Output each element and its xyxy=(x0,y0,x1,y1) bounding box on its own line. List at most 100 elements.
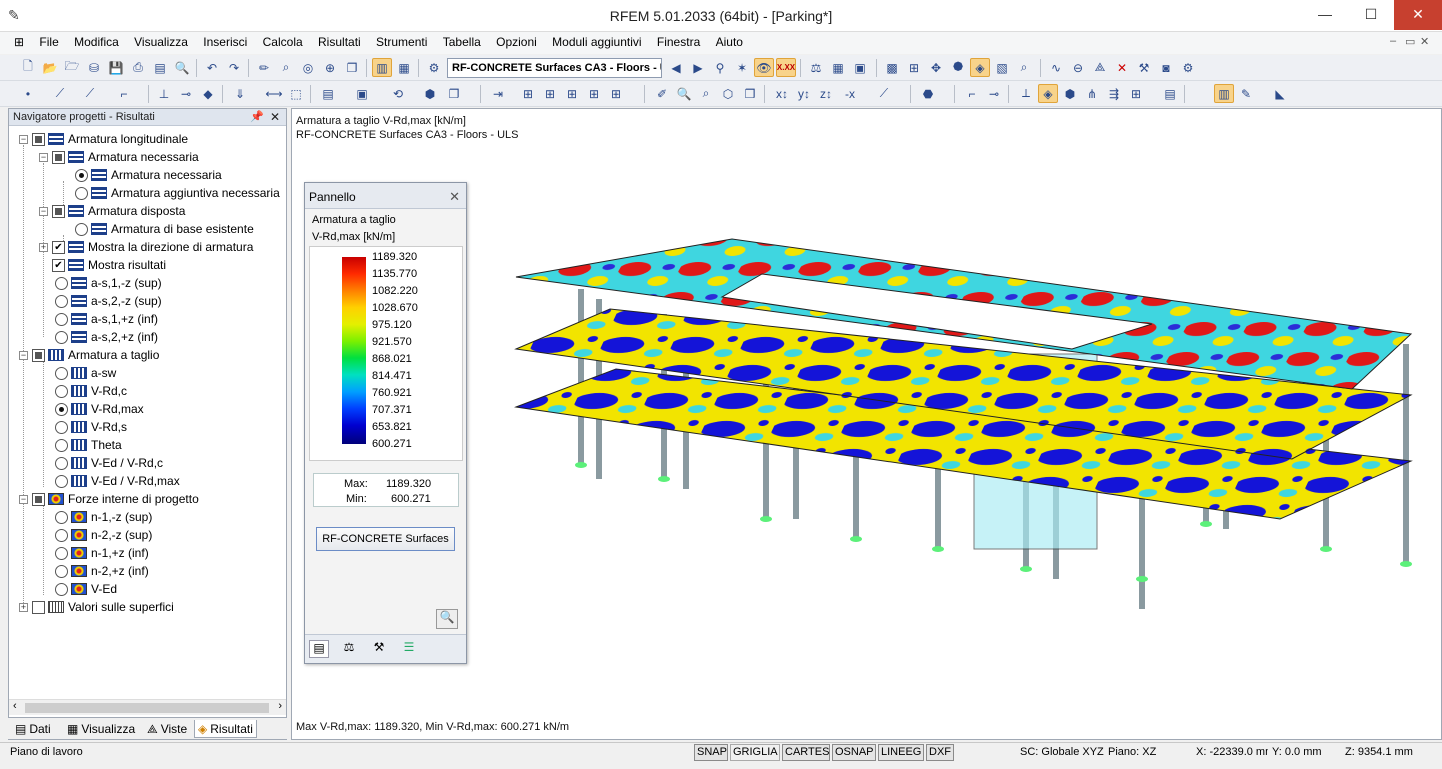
save-icon[interactable]: 💾 xyxy=(106,58,126,77)
move-icon[interactable]: ⇥ xyxy=(488,84,508,103)
navigator-close-icon[interactable]: ✕ xyxy=(270,110,280,124)
undo-icon[interactable]: ↶ xyxy=(202,58,222,77)
frame-icon[interactable]: ▣ xyxy=(850,58,870,77)
balance-tab-icon[interactable]: ⚖ xyxy=(339,640,359,658)
new-icon[interactable]: 🗋 xyxy=(18,58,38,77)
tree-theta[interactable]: Theta xyxy=(55,436,122,454)
results-icon[interactable]: ⚲ xyxy=(710,58,730,77)
menu-inserisci[interactable]: Inserisci xyxy=(197,32,253,49)
view-y-icon[interactable]: y↕ xyxy=(794,84,814,103)
frame-c-icon[interactable]: ⊞ xyxy=(584,84,604,103)
cube-icon[interactable]: ⬢ xyxy=(420,84,440,103)
measure-icon[interactable]: ⊸ xyxy=(984,84,1004,103)
open-folder-icon[interactable]: 🗁 xyxy=(62,58,82,77)
mdi-minimize-icon[interactable]: ‒ xyxy=(1390,35,1396,47)
section-icon[interactable]: ⌐ xyxy=(962,84,982,103)
find-icon[interactable]: ⌕ xyxy=(276,58,296,77)
line-icon[interactable]: ⟋ xyxy=(50,84,70,103)
view-neg-x-icon[interactable]: -x xyxy=(840,84,860,103)
tool-icon[interactable]: ⚒ xyxy=(1134,58,1154,77)
pin-icon[interactable]: 📌 xyxy=(250,110,264,123)
minimize-button[interactable]: — xyxy=(1302,0,1348,30)
tree-as2-sup[interactable]: a-s,2,-z (sup) xyxy=(55,292,162,310)
tree-armatura-disposta[interactable]: − Armatura disposta xyxy=(39,202,185,220)
cube-color-icon[interactable]: ⬢ xyxy=(1060,84,1080,103)
scroll-thumb[interactable] xyxy=(25,703,269,713)
frame-a-icon[interactable]: ⊞ xyxy=(540,84,560,103)
open-icon[interactable]: 📂 xyxy=(40,58,60,77)
solid-icon[interactable]: ▧ xyxy=(992,58,1012,77)
navigator-toggle-icon[interactable]: ▥ xyxy=(372,58,392,77)
brush-icon[interactable]: ✎ xyxy=(1236,84,1256,103)
frame-d-icon[interactable]: ⊞ xyxy=(606,84,626,103)
axis-icon[interactable]: ⟋ xyxy=(874,84,894,103)
copy-icon[interactable]: ❐ xyxy=(444,84,464,103)
mesh-icon[interactable]: ⊞ xyxy=(904,58,924,77)
sketch-icon[interactable]: ✐ xyxy=(652,84,672,103)
rotate-icon[interactable]: ⟲ xyxy=(388,84,408,103)
camera-icon[interactable]: ◙ xyxy=(1156,58,1176,77)
results-panel-icon[interactable]: ▥ xyxy=(1214,84,1234,103)
server-icon[interactable]: ⛁ xyxy=(84,58,104,77)
menu-risultati[interactable]: Risultati xyxy=(312,32,367,49)
filter-icon[interactable]: ⌕ xyxy=(1014,58,1034,77)
dxf-toggle[interactable]: DXF xyxy=(926,744,954,761)
render-icon[interactable]: ▣ xyxy=(352,84,372,103)
osnap-toggle[interactable]: OSNAP xyxy=(832,744,876,761)
isolines-icon[interactable]: ◈ xyxy=(1038,84,1058,103)
tree-vrds[interactable]: V-Rd,s xyxy=(55,418,127,436)
view-z-icon[interactable]: z↕ xyxy=(816,84,836,103)
mdi-restore-icon[interactable]: ▭ xyxy=(1405,35,1415,48)
menu-visualizza[interactable]: Visualizza xyxy=(128,32,194,49)
view-x-icon[interactable]: x↕ xyxy=(772,84,792,103)
tree-armatura-base[interactable]: Armatura di base esistente xyxy=(75,220,254,238)
cartes-toggle[interactable]: CARTES xyxy=(782,744,830,761)
cross-icon[interactable]: ✕ xyxy=(1112,58,1132,77)
surface-icon[interactable]: ◈ xyxy=(970,58,990,77)
module-icon[interactable]: ⚙ xyxy=(424,58,444,77)
select-box-icon[interactable]: ⬚ xyxy=(286,84,306,103)
scroll-right-icon[interactable]: › xyxy=(278,700,282,712)
zoom-all-icon[interactable]: ⌕ xyxy=(696,84,716,103)
menu-moduli[interactable]: Moduli aggiuntivi xyxy=(546,32,647,49)
show-results-icon[interactable]: 👁 xyxy=(754,58,774,77)
tree-vrdmax[interactable]: V-Rd,max xyxy=(55,400,144,418)
color-scale-icon[interactable]: ◣ xyxy=(1270,84,1290,103)
tree-as2-inf[interactable]: a-s,2,+z (inf) xyxy=(55,328,158,346)
close-button[interactable]: ✕ xyxy=(1394,0,1442,30)
result-values-icon[interactable]: X.XX xyxy=(776,58,796,77)
tree-ved[interactable]: V-Ed xyxy=(55,580,117,598)
tree-as1-inf[interactable]: a-s,1,+z (inf) xyxy=(55,310,158,328)
table-view-icon[interactable]: ▤ xyxy=(1160,84,1180,103)
layers-icon[interactable]: ▤ xyxy=(318,84,338,103)
iso-view-icon[interactable]: ⬡ xyxy=(718,84,738,103)
color-scale-tab-icon[interactable]: ▤ xyxy=(309,640,329,658)
menu-calcola[interactable]: Calcola xyxy=(257,32,309,49)
snap-toggle[interactable]: SNAP xyxy=(694,744,728,761)
triangle-icon[interactable]: ⟁ xyxy=(1090,58,1110,77)
tree-as1-sup[interactable]: a-s,1,-z (sup) xyxy=(55,274,162,292)
next-icon[interactable]: ▶ xyxy=(688,58,708,77)
tree-mostra-risultati[interactable]: ✔ Mostra risultati xyxy=(52,256,166,274)
load-icon[interactable]: ⇓ xyxy=(230,84,250,103)
link-icon[interactable]: ∿ xyxy=(1046,58,1066,77)
scroll-left-icon[interactable]: ‹ xyxy=(13,700,17,712)
deform-icon[interactable]: ⟂ xyxy=(1016,84,1036,103)
window-icon[interactable]: ❐ xyxy=(342,58,362,77)
scale-icon[interactable]: ⚖ xyxy=(806,58,826,77)
layers-tab-icon[interactable]: ☰ xyxy=(399,640,419,658)
tree-n2-inf[interactable]: n-2,+z (inf) xyxy=(55,562,149,580)
tab-visualizza[interactable]: ▦ Visualizza xyxy=(64,720,138,738)
doc-icon[interactable]: ⊞ xyxy=(0,32,30,49)
mdi-close-icon[interactable]: ✕ xyxy=(1420,35,1429,48)
circle-icon[interactable]: ⊖ xyxy=(1068,58,1088,77)
menu-opzioni[interactable]: Opzioni xyxy=(490,32,543,49)
griglia-toggle[interactable]: GRIGLIA xyxy=(730,744,780,761)
menu-aiuto[interactable]: Aiuto xyxy=(710,32,749,49)
edit-icon[interactable]: ✏ xyxy=(254,58,274,77)
tree-n2-sup[interactable]: n-2,-z (sup) xyxy=(55,526,152,544)
node-icon[interactable]: • xyxy=(18,84,38,103)
tree-armatura-aggiuntiva[interactable]: Armatura aggiuntiva necessaria xyxy=(75,184,280,202)
tab-viste[interactable]: ⟁ Viste xyxy=(144,720,190,738)
menu-tabella[interactable]: Tabella xyxy=(437,32,487,49)
